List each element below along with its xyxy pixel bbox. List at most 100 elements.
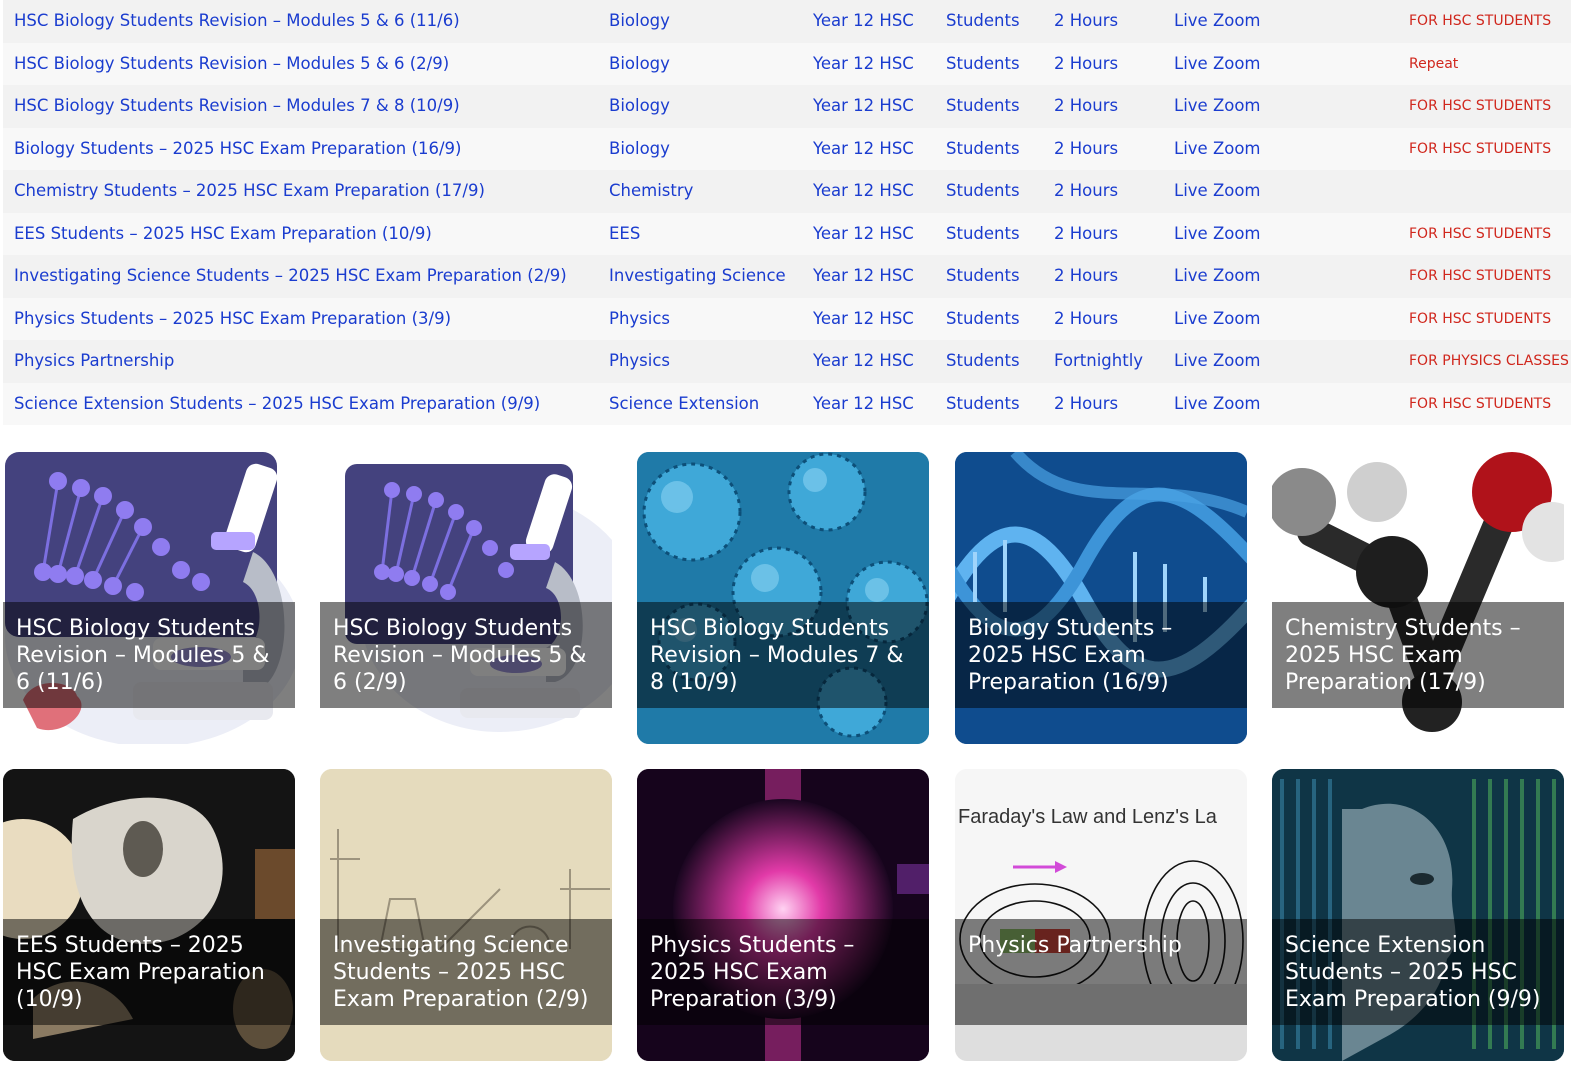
tile-caption[interactable]: HSC Biology Students Revision – Modules …: [637, 602, 929, 708]
tile-caption[interactable]: Biology Students – 2025 HSC Exam Prepara…: [955, 602, 1247, 708]
table-row: Investigating Science Students – 2025 HS…: [3, 255, 1571, 298]
delivery-mode-link[interactable]: Live Zoom: [1174, 43, 1261, 86]
year-link[interactable]: Year 12 HSC: [813, 298, 914, 341]
subject-link[interactable]: Biology: [609, 43, 670, 86]
year-link[interactable]: Year 12 HSC: [813, 128, 914, 171]
tile-caption[interactable]: Physics Partnership: [955, 919, 1247, 1025]
table-row: HSC Biology Students Revision – Modules …: [3, 0, 1571, 43]
year-link[interactable]: Year 12 HSC: [813, 43, 914, 86]
course-tile[interactable]: Biology Students – 2025 HSC Exam Prepara…: [955, 452, 1247, 744]
course-table: HSC Biology Students Revision – Modules …: [3, 0, 1571, 425]
delivery-mode-link[interactable]: Live Zoom: [1174, 170, 1261, 213]
course-title-link[interactable]: Physics Students – 2025 HSC Exam Prepara…: [14, 298, 451, 341]
course-tile[interactable]: HSC Biology Students Revision – Modules …: [637, 452, 929, 744]
duration-link[interactable]: 2 Hours: [1054, 43, 1118, 86]
delivery-mode-link[interactable]: Live Zoom: [1174, 383, 1261, 426]
course-tag: FOR HSC STUDENTS: [1409, 395, 1552, 412]
year-link[interactable]: Year 12 HSC: [813, 383, 914, 426]
tile-caption[interactable]: Chemistry Students – 2025 HSC Exam Prepa…: [1272, 602, 1564, 708]
course-tile[interactable]: Physics Students – 2025 HSC Exam Prepara…: [637, 769, 929, 1061]
diagram-title-text: Faraday's Law and Lenz's La: [958, 806, 1218, 828]
table-row: Science Extension Students – 2025 HSC Ex…: [3, 382, 1571, 426]
subject-link[interactable]: Biology: [609, 85, 670, 128]
year-link[interactable]: Year 12 HSC: [813, 0, 914, 43]
audience-link[interactable]: Students: [946, 213, 1020, 256]
duration-link[interactable]: Fortnightly: [1054, 340, 1143, 383]
delivery-mode-link[interactable]: Live Zoom: [1174, 85, 1261, 128]
tile-caption[interactable]: Physics Students – 2025 HSC Exam Prepara…: [637, 919, 929, 1025]
course-tile[interactable]: HSC Biology Students Revision – Modules …: [320, 452, 612, 744]
audience-link[interactable]: Students: [946, 0, 1020, 43]
tile-caption[interactable]: Science Extension Students – 2025 HSC Ex…: [1272, 919, 1564, 1025]
year-link[interactable]: Year 12 HSC: [813, 85, 914, 128]
table-row: EES Students – 2025 HSC Exam Preparation…: [3, 212, 1571, 256]
course-title-link[interactable]: Biology Students – 2025 HSC Exam Prepara…: [14, 128, 461, 171]
subject-link[interactable]: Biology: [609, 128, 670, 171]
course-title-link[interactable]: EES Students – 2025 HSC Exam Preparation…: [14, 213, 432, 256]
audience-link[interactable]: Students: [946, 255, 1020, 298]
tile-caption[interactable]: HSC Biology Students Revision – Modules …: [3, 602, 295, 708]
course-tag: FOR HSC STUDENTS: [1409, 268, 1552, 284]
duration-link[interactable]: 2 Hours: [1054, 85, 1118, 128]
course-title-link[interactable]: Investigating Science Students – 2025 HS…: [14, 255, 567, 298]
duration-link[interactable]: 2 Hours: [1054, 383, 1118, 426]
subject-link[interactable]: Science Extension: [609, 383, 759, 426]
course-tile[interactable]: Chemistry Students – 2025 HSC Exam Prepa…: [1272, 452, 1564, 744]
tile-caption[interactable]: EES Students – 2025 HSC Exam Preparation…: [3, 919, 295, 1025]
subject-link[interactable]: Physics: [609, 340, 670, 383]
audience-link[interactable]: Students: [946, 298, 1020, 341]
table-row: Physics Partnership Physics Year 12 HSC …: [3, 340, 1571, 383]
duration-link[interactable]: 2 Hours: [1054, 170, 1118, 213]
subject-link[interactable]: Investigating Science: [609, 255, 786, 298]
table-row: Biology Students – 2025 HSC Exam Prepara…: [3, 127, 1571, 171]
course-title-link[interactable]: HSC Biology Students Revision – Modules …: [14, 85, 460, 128]
course-title-link[interactable]: HSC Biology Students Revision – Modules …: [14, 0, 460, 43]
delivery-mode-link[interactable]: Live Zoom: [1174, 0, 1261, 43]
tile-caption[interactable]: HSC Biology Students Revision – Modules …: [320, 602, 612, 708]
audience-link[interactable]: Students: [946, 128, 1020, 171]
table-row: Physics Students – 2025 HSC Exam Prepara…: [3, 297, 1571, 341]
delivery-mode-link[interactable]: Live Zoom: [1174, 128, 1261, 171]
course-tag: FOR HSC STUDENTS: [1409, 310, 1552, 327]
year-link[interactable]: Year 12 HSC: [813, 170, 914, 213]
course-title-link[interactable]: Science Extension Students – 2025 HSC Ex…: [14, 383, 540, 426]
tile-caption[interactable]: Investigating Science Students – 2025 HS…: [320, 919, 612, 1025]
subject-link[interactable]: EES: [609, 213, 640, 256]
course-title-link[interactable]: Chemistry Students – 2025 HSC Exam Prepa…: [14, 170, 485, 213]
duration-link[interactable]: 2 Hours: [1054, 298, 1118, 341]
delivery-mode-link[interactable]: Live Zoom: [1174, 340, 1261, 383]
year-link[interactable]: Year 12 HSC: [813, 255, 914, 298]
table-row: HSC Biology Students Revision – Modules …: [3, 42, 1571, 86]
year-link[interactable]: Year 12 HSC: [813, 213, 914, 256]
table-row: Chemistry Students – 2025 HSC Exam Prepa…: [3, 170, 1571, 213]
course-tile[interactable]: HSC Biology Students Revision – Modules …: [3, 452, 295, 744]
course-tag: FOR HSC STUDENTS: [1409, 13, 1552, 29]
course-tag: FOR HSC STUDENTS: [1409, 225, 1552, 242]
delivery-mode-link[interactable]: Live Zoom: [1174, 255, 1261, 298]
duration-link[interactable]: 2 Hours: [1054, 0, 1118, 43]
course-tag: Repeat: [1409, 55, 1459, 72]
course-tag: FOR HSC STUDENTS: [1409, 140, 1552, 157]
course-tile[interactable]: Science Extension Students – 2025 HSC Ex…: [1272, 769, 1564, 1061]
duration-link[interactable]: 2 Hours: [1054, 213, 1118, 256]
delivery-mode-link[interactable]: Live Zoom: [1174, 298, 1261, 341]
year-link[interactable]: Year 12 HSC: [813, 340, 914, 383]
audience-link[interactable]: Students: [946, 43, 1020, 86]
audience-link[interactable]: Students: [946, 340, 1020, 383]
course-tile[interactable]: Faraday's Law and Lenz's La Physics Part…: [955, 769, 1247, 1061]
course-title-link[interactable]: HSC Biology Students Revision – Modules …: [14, 43, 449, 86]
audience-link[interactable]: Students: [946, 383, 1020, 426]
course-tile[interactable]: Investigating Science Students – 2025 HS…: [320, 769, 612, 1061]
audience-link[interactable]: Students: [946, 85, 1020, 128]
table-row: HSC Biology Students Revision – Modules …: [3, 85, 1571, 128]
duration-link[interactable]: 2 Hours: [1054, 255, 1118, 298]
course-tile[interactable]: EES Students – 2025 HSC Exam Preparation…: [3, 769, 295, 1061]
course-title-link[interactable]: Physics Partnership: [14, 340, 174, 383]
course-tag: FOR PHYSICS CLASSES: [1409, 353, 1569, 369]
subject-link[interactable]: Physics: [609, 298, 670, 341]
subject-link[interactable]: Chemistry: [609, 170, 693, 213]
delivery-mode-link[interactable]: Live Zoom: [1174, 213, 1261, 256]
duration-link[interactable]: 2 Hours: [1054, 128, 1118, 171]
subject-link[interactable]: Biology: [609, 0, 670, 43]
audience-link[interactable]: Students: [946, 170, 1020, 213]
